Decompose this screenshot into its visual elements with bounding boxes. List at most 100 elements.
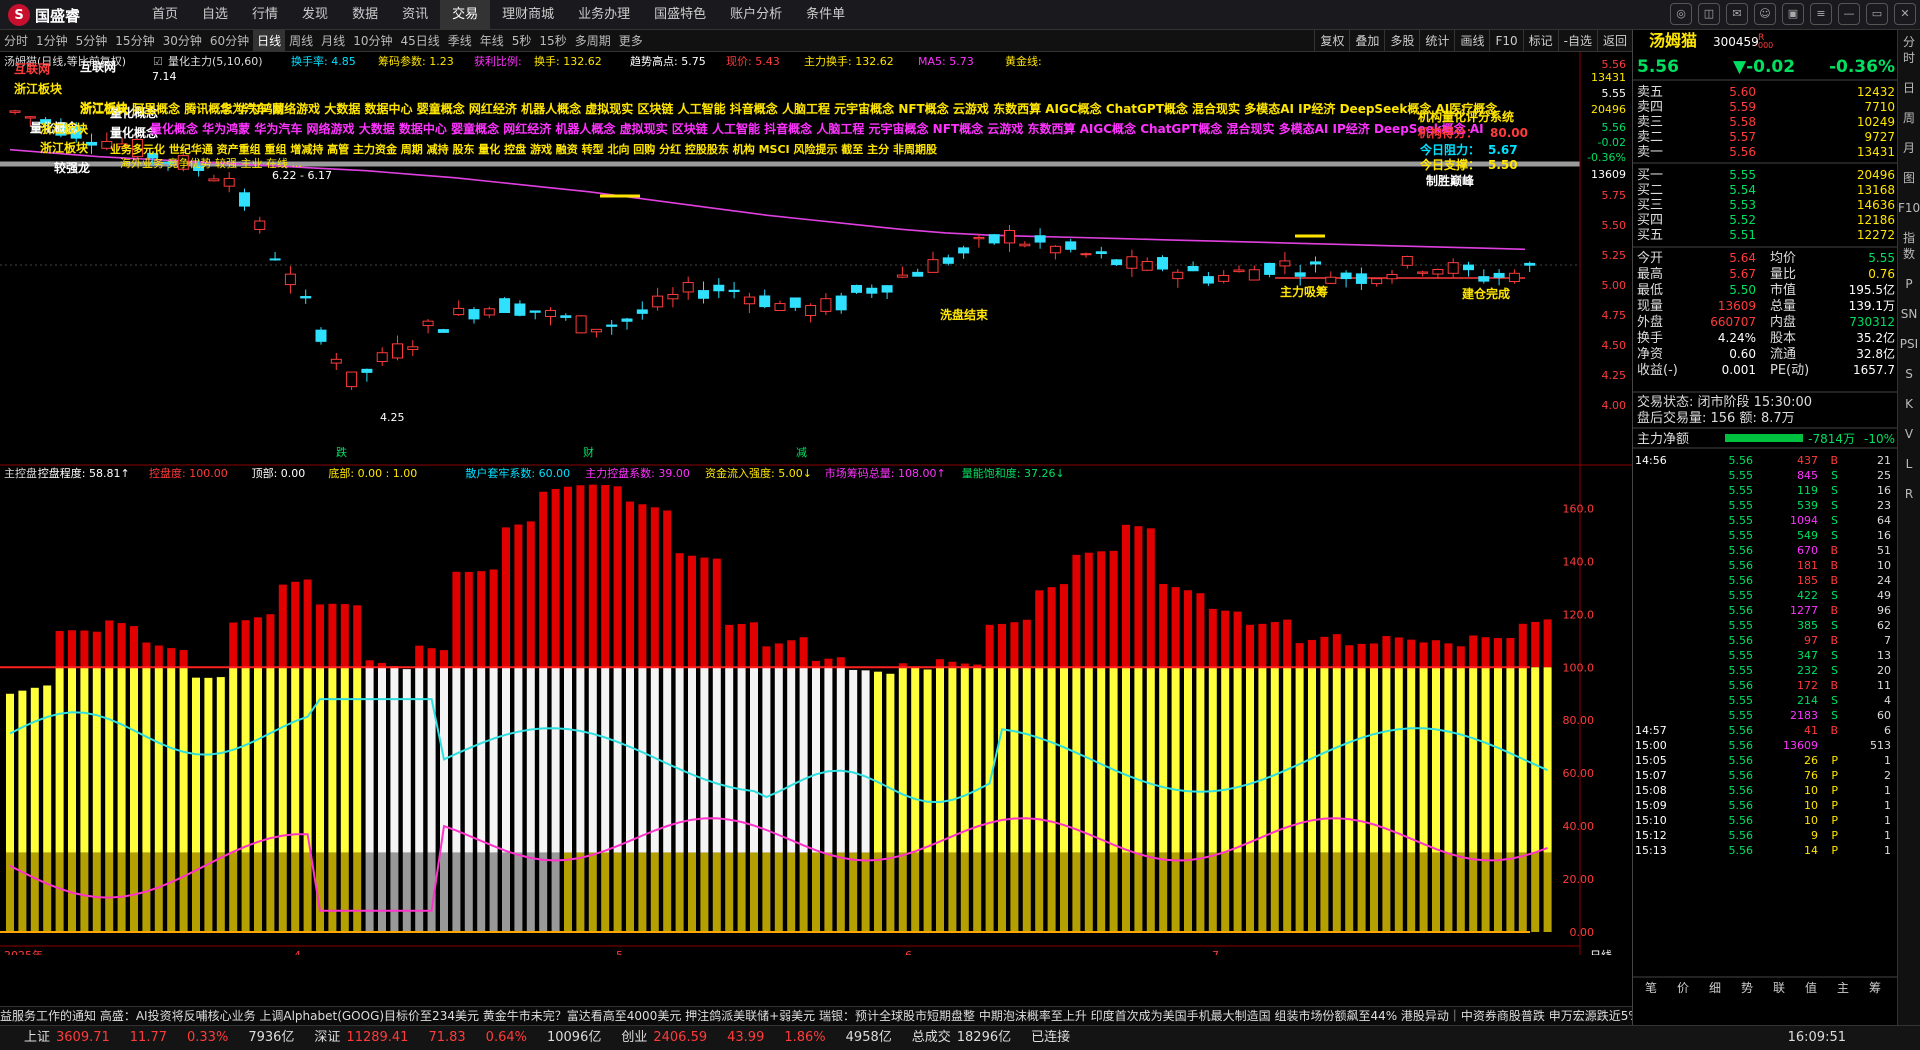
quote-tab-6[interactable]: 主 [1837,981,1849,995]
tool-1[interactable]: 叠加 [1349,30,1384,52]
menu-icon[interactable]: ≡ [1810,3,1832,25]
side-btn-6[interactable]: 指数 [1898,230,1920,262]
tool-8[interactable]: 返回 [1596,30,1632,52]
candle-body [1080,253,1092,256]
candle-body [361,368,373,373]
period-0[interactable]: 分时 [0,30,32,52]
quote-tab-4[interactable]: 联 [1773,981,1785,995]
skin-icon[interactable]: ▣ [1782,3,1804,25]
sub-mid-bar [1494,667,1502,853]
period-6[interactable]: 日线 [253,30,286,52]
candle-body [1294,272,1306,277]
tick-count: 60 [1877,709,1891,722]
minimize-icon[interactable]: — [1838,3,1860,25]
candle-body [1264,262,1276,275]
side-btn-13[interactable]: L [1898,456,1920,472]
period-11[interactable]: 季线 [444,30,476,52]
menu-item-9[interactable]: 国盛特色 [642,0,718,30]
menu-item-11[interactable]: 条件单 [794,0,857,30]
period-4[interactable]: 30分钟 [159,30,206,52]
candle-body [682,282,694,293]
period-12[interactable]: 年线 [476,30,508,52]
bid-price: 5.53 [1729,198,1756,212]
kline-chart[interactable]: 汤姆猫(日线,等比前复权) ☑ 量化主力(5,10,60) 换手率: 4.85 筹码参数… [0,52,1632,1004]
side-btn-11[interactable]: K [1898,396,1920,412]
tick-volume: 172 [1797,679,1818,692]
tool-7[interactable]: -自选 [1557,30,1597,52]
close-icon[interactable]: ✕ [1894,3,1916,25]
sub-red-bar [1456,646,1465,668]
menu-item-8[interactable]: 业务办理 [566,0,642,30]
quote-tab-3[interactable]: 势 [1741,981,1753,995]
period-13[interactable]: 5秒 [508,30,536,52]
tool-2[interactable]: 多股 [1384,30,1419,52]
side-btn-5[interactable]: F10 [1898,200,1920,216]
y-tick: -0.36% [1587,151,1626,164]
side-btn-2[interactable]: 周 [1898,110,1920,126]
menu-item-7[interactable]: 理财商城 [490,0,566,30]
quote-tab-7[interactable]: 筹 [1869,981,1881,995]
ticker-text[interactable]: 益服务工作的通知 高盛：AI投资将反哺核心业务 上调Alphabet(GOOG)… [0,1009,1632,1023]
sub-mid-bar [936,667,944,853]
period-8[interactable]: 月线 [317,30,349,52]
tool-5[interactable]: F10 [1489,30,1522,52]
sub-red-bar [1047,587,1056,668]
tool-3[interactable]: 统计 [1419,30,1454,52]
side-btn-10[interactable]: S [1898,366,1920,382]
candle-body [437,329,449,333]
sub-mid-bar [142,667,151,853]
news-ticker[interactable]: 益服务工作的通知 高盛：AI投资将反哺核心业务 上调Alphabet(GOOG)… [0,1006,1632,1025]
side-btn-3[interactable]: 月 [1898,140,1920,156]
chart-area[interactable]: 汤姆猫(日线,等比前复权) ☑ 量化主力(5,10,60) 换手率: 4.85 筹码参数… [0,52,1632,1004]
period-3[interactable]: 15分钟 [111,30,158,52]
side-btn-8[interactable]: SN [1898,306,1920,322]
menu-item-10[interactable]: 账户分析 [718,0,794,30]
menu-item-1[interactable]: 自选 [190,0,240,30]
user-icon[interactable]: ☺ [1754,3,1776,25]
menu-item-4[interactable]: 数据 [340,0,390,30]
period-10[interactable]: 45日线 [396,30,443,52]
period-toolbar: 分时 1分钟 5分钟 15分钟 30分钟 60分钟 日线 周线 月线 10分钟 45日线 季线 年线 5秒… [0,30,1632,52]
quote-tab-1[interactable]: 价 [1677,981,1689,995]
side-btn-1[interactable]: 日 [1898,80,1920,96]
side-btn-0[interactable]: 分时 [1898,34,1920,66]
period-9[interactable]: 10分钟 [349,30,396,52]
tool-6[interactable]: 标记 [1522,30,1558,52]
side-btn-4[interactable]: 图 [1898,170,1920,186]
menu-item-3[interactable]: 发现 [290,0,340,30]
menu-item-2[interactable]: 行情 [240,0,290,30]
menu-item-5[interactable]: 资讯 [390,0,440,30]
period-16[interactable]: 更多 [615,30,647,52]
sub-header-item: 顶部: 0.00 [252,466,306,480]
period-5[interactable]: 60分钟 [206,30,253,52]
menu-item-0[interactable]: 首页 [140,0,190,30]
app-logo: S 国盛睿 [8,4,80,26]
side-btn-14[interactable]: R [1898,486,1920,502]
side-btn-9[interactable]: PSI [1898,336,1920,352]
message-icon[interactable]: ◎ [1670,3,1692,25]
period-15[interactable]: 多周期 [571,30,615,52]
bid-price: 5.51 [1729,228,1756,242]
bid-volume: 14636 [1857,198,1895,212]
tick-volume: 9 [1811,829,1818,842]
tool-0[interactable]: 复权 [1314,30,1349,52]
sub-header-item: 资金流入强度: 5.00↓ [705,466,812,480]
period-7[interactable]: 周线 [285,30,317,52]
period-14[interactable]: 15秒 [535,30,570,52]
message-icon[interactable]: ◫ [1698,3,1720,25]
side-btn-7[interactable]: P [1898,276,1920,292]
tick-price: 5.55 [1729,529,1754,542]
quote-tab-2[interactable]: 细 [1709,981,1721,995]
period-2[interactable]: 5分钟 [72,30,112,52]
menu-item-6[interactable]: 交易 [440,0,491,30]
mail-icon[interactable]: ✉ [1726,3,1748,25]
quote-tab-0[interactable]: 笔 [1645,980,1657,995]
side-btn-12[interactable]: V [1898,426,1920,442]
tick-count: 49 [1877,589,1891,602]
maximize-icon[interactable]: ▭ [1866,3,1888,25]
quote-tab-5[interactable]: 值 [1805,980,1817,995]
sub-low-bar [1345,852,1354,932]
tool-4[interactable]: 画线 [1454,30,1489,52]
sub-low-bar [985,852,994,932]
period-1[interactable]: 1分钟 [32,30,72,52]
